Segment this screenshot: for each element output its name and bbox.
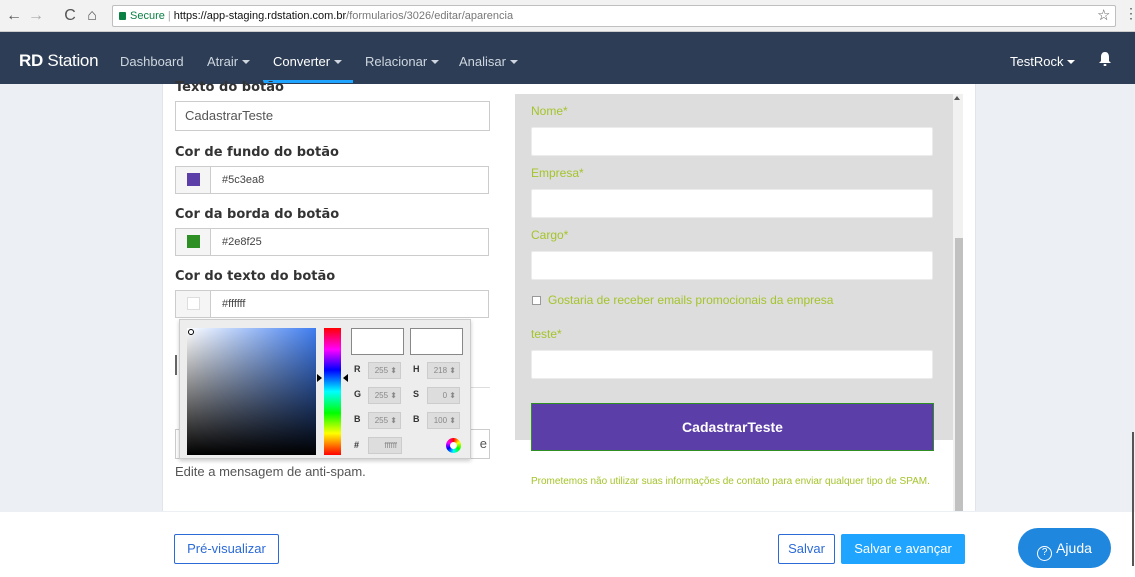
- reload-icon[interactable]: C: [60, 6, 80, 26]
- color-swatch-box[interactable]: [176, 291, 211, 317]
- color-wheel-icon[interactable]: [446, 438, 461, 453]
- new-color-preview: [351, 328, 404, 355]
- field-input-cargo[interactable]: [531, 251, 933, 280]
- field-input-empresa[interactable]: [531, 189, 933, 218]
- rgb-g-field[interactable]: G 255 ⬍: [351, 387, 403, 404]
- form-preview: Nome* Empresa* Cargo* Gostaria de recebe…: [515, 94, 955, 451]
- promo-checkbox-label: Gostaria de receber emails promocionais …: [548, 293, 834, 307]
- field-label-empresa: Empresa*: [531, 166, 584, 180]
- submit-button-preview[interactable]: CadastrarTeste: [531, 403, 934, 451]
- promo-checkbox[interactable]: [532, 296, 541, 305]
- field-label-cargo: Cargo*: [531, 228, 569, 242]
- divider: [470, 387, 490, 388]
- hex-field[interactable]: # ffffff: [351, 437, 402, 454]
- nav-converter[interactable]: Converter: [273, 54, 343, 69]
- hue-slider[interactable]: [324, 328, 341, 455]
- scroll-up-arrow-icon[interactable]: [954, 96, 960, 100]
- privacy-text: Prometemos não utilizar suas informações…: [531, 476, 930, 487]
- rgb-r-field[interactable]: R 255 ⬍: [351, 362, 403, 379]
- caret-down-icon: [1067, 60, 1076, 64]
- border-color-swatch: [187, 235, 200, 248]
- text-color-value: #ffffff: [222, 298, 246, 310]
- field-input-teste[interactable]: [531, 350, 933, 379]
- url-host: https://app-staging.rdstation.com.br: [173, 10, 347, 22]
- hsb-s-field[interactable]: S0 ⬍: [410, 387, 462, 404]
- text-color-label: Cor do texto do botão: [175, 269, 336, 284]
- caret-down-icon: [242, 60, 251, 64]
- help-label: Ajuda: [1056, 540, 1092, 556]
- hue-arrow-right-icon[interactable]: [343, 374, 348, 382]
- color-picker-popup[interactable]: R 255 ⬍ H 218 ⬍ G 255 ⬍ S0 ⬍ B 255 ⬍ B 100 ⬍ …: [179, 319, 471, 459]
- text-color-input[interactable]: #ffffff: [175, 290, 489, 318]
- bookmark-star-icon[interactable]: ☆: [1097, 6, 1110, 24]
- help-button[interactable]: ? Ajuda: [1018, 528, 1111, 568]
- rd-station-logo[interactable]: RD Station: [19, 51, 99, 71]
- browser-toolbar: ← → C ⌂ Secure | https://app-staging.rdsta…: [0, 0, 1135, 32]
- border-color-value: #2e8f25: [222, 236, 262, 248]
- nav-dashboard[interactable]: Dashboard: [120, 54, 184, 69]
- color-swatch-box[interactable]: [176, 229, 211, 255]
- rgb-b-field[interactable]: B 255 ⬍: [351, 412, 403, 429]
- saturation-brightness-area[interactable]: [187, 328, 316, 455]
- app-navbar: RD Station Dashboard Atrair Converter Re…: [0, 32, 1135, 84]
- nav-relacionar[interactable]: Relacionar: [365, 54, 440, 69]
- hue-arrow-left-icon[interactable]: [317, 374, 322, 382]
- user-menu[interactable]: TestRock: [1010, 54, 1076, 69]
- nav-atrair[interactable]: Atrair: [207, 54, 251, 69]
- lock-icon: [119, 12, 126, 20]
- help-circle-icon: ?: [1037, 546, 1053, 561]
- color-swatch-box[interactable]: [176, 167, 211, 193]
- secure-label: Secure: [130, 10, 165, 22]
- border-color-input[interactable]: #2e8f25: [175, 228, 489, 256]
- hsb-h-field[interactable]: H 218 ⬍: [410, 362, 462, 379]
- preview-button[interactable]: Pré-visualizar: [174, 534, 279, 564]
- border-color-label: Cor da borda do botão: [175, 207, 340, 222]
- antispam-hint: Edite a mensagem de anti-spam.: [175, 464, 366, 479]
- preview-scroll-thumb[interactable]: [955, 238, 963, 511]
- save-button[interactable]: Salvar: [778, 534, 835, 564]
- bell-icon[interactable]: [1098, 51, 1112, 67]
- button-text-label: Texto do botão: [175, 80, 284, 95]
- bg-color-input[interactable]: #5c3ea8: [175, 166, 489, 194]
- forward-icon[interactable]: →: [26, 6, 46, 26]
- nav-analisar[interactable]: Analisar: [459, 54, 518, 69]
- bg-color-swatch: [187, 173, 200, 186]
- bg-color-label: Cor de fundo do botão: [175, 145, 339, 160]
- caret-down-icon: [431, 60, 440, 64]
- url-path: /formularios/3026/editar/aparencia: [346, 10, 514, 22]
- field-input-nome[interactable]: [531, 127, 933, 156]
- button-text-input[interactable]: CadastrarTeste: [175, 101, 490, 131]
- save-next-button[interactable]: Salvar e avançar: [841, 534, 965, 564]
- field-label-teste: teste*: [531, 327, 562, 341]
- page-scrollbar[interactable]: [1132, 432, 1134, 566]
- hsb-b-field[interactable]: B 100 ⬍: [410, 412, 462, 429]
- field-label-nome: Nome*: [531, 104, 568, 118]
- bg-color-value: #5c3ea8: [222, 174, 265, 186]
- browser-menu-icon[interactable]: ⋮: [1124, 5, 1135, 22]
- saturation-marker[interactable]: [188, 329, 194, 335]
- text-color-swatch: [187, 297, 200, 310]
- caret-down-icon: [509, 60, 518, 64]
- address-bar[interactable]: Secure | https://app-staging.rdstation.com…: [112, 5, 1116, 27]
- home-icon[interactable]: ⌂: [82, 6, 102, 26]
- back-icon[interactable]: ←: [4, 6, 24, 26]
- caret-down-icon: [334, 60, 343, 64]
- current-color-preview: [410, 328, 463, 355]
